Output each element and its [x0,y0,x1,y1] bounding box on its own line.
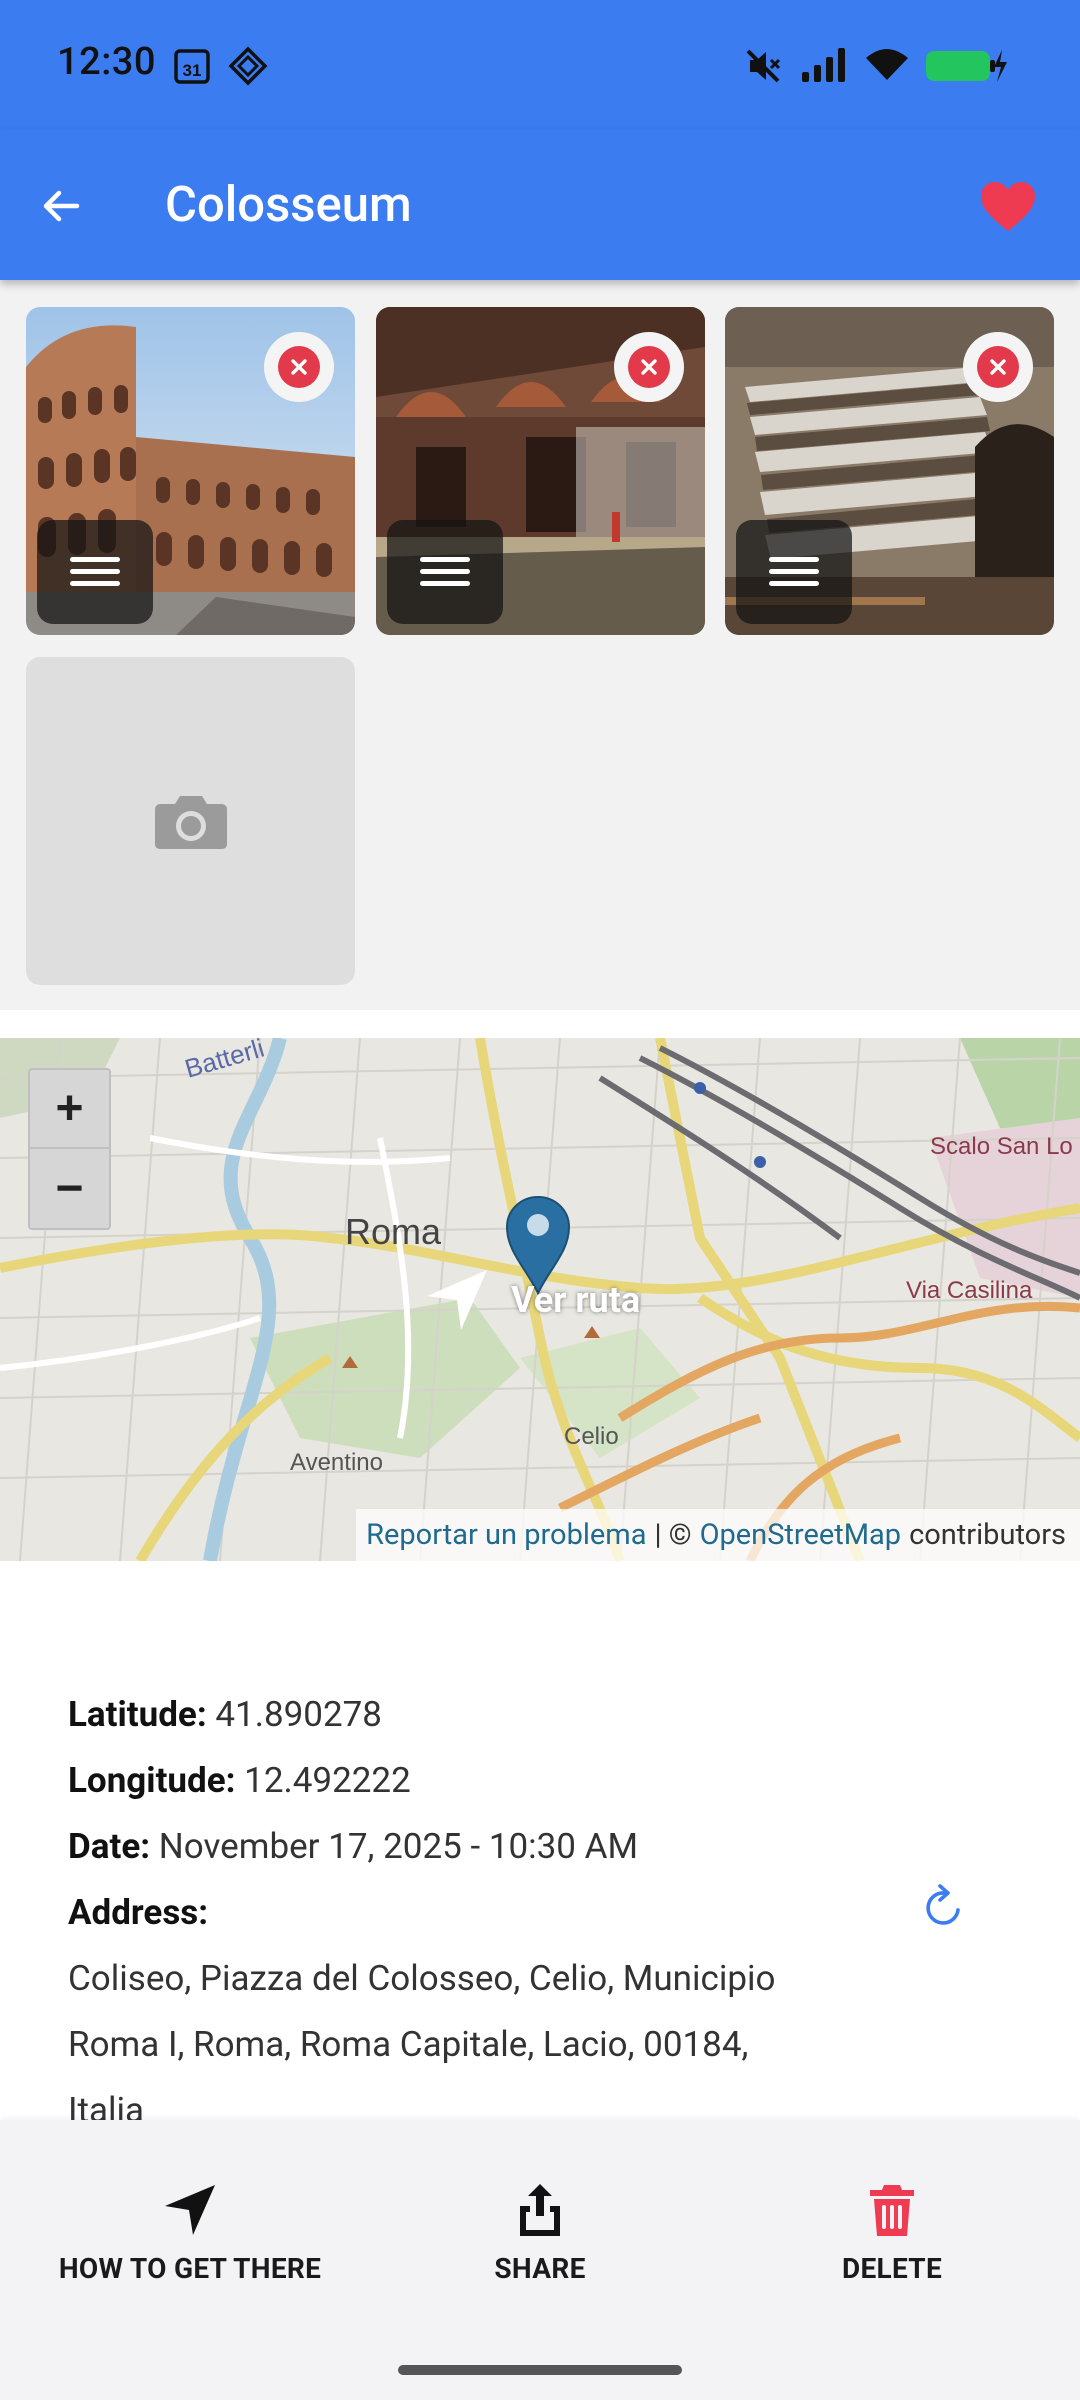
menu-icon [420,557,470,586]
calendar-day: 31 [183,61,202,80]
calendar-icon: 31 [172,46,212,90]
map-label-scalo: Scalo San Lo [930,1133,1073,1160]
date-row: Date: November 17, 2025 - 10:30 AM [68,1814,968,1880]
address-row: Address: [68,1880,968,1946]
reorder-handle[interactable] [387,520,503,624]
app-bar: Colosseum [0,130,1080,280]
menu-icon [769,557,819,586]
heart-icon [981,182,1035,231]
zoom-in-button[interactable]: + [30,1070,109,1149]
address-label: Address: [68,1892,209,1933]
photo-grid [0,280,1080,1010]
trash-icon [870,2185,914,2236]
remove-photo-button[interactable] [264,332,334,402]
status-time: 12:30 [57,40,156,84]
map-label-celio: Celio [564,1423,619,1450]
remove-photo-button[interactable] [614,332,684,402]
mute-icon [744,48,782,88]
latitude-label: Latitude: [68,1694,207,1735]
photo-thumbnail[interactable] [26,307,355,635]
openstreetmap-link[interactable]: OpenStreetMap [700,1518,902,1552]
share-label: SHARE [494,2252,586,2285]
dnd-diamond-icon [228,46,268,90]
status-bar: 12:30 31 [0,0,1080,130]
page-title: Colosseum [165,176,412,233]
remove-photo-button[interactable] [963,332,1033,402]
signal-icon [800,46,850,88]
longitude-label: Longitude: [68,1760,236,1801]
refresh-address-button[interactable] [912,1876,976,1940]
zoom-out-button[interactable]: − [30,1149,109,1228]
share-button[interactable]: SHARE [400,2182,680,2285]
date-label: Date: [68,1826,151,1867]
attribution-separator: | © [654,1518,692,1552]
map-label-via-casilina: Via Casilina [906,1277,1033,1304]
address-value: Coliseo, Piazza del Colosseo, Celio, Mun… [68,1958,776,2131]
reorder-handle[interactable] [37,520,153,624]
map-label-aventino: Aventino [290,1449,383,1476]
delete-button[interactable]: DELETE [752,2182,1032,2285]
back-button[interactable] [30,175,92,237]
directions-button[interactable]: HOW TO GET THERE [50,2182,330,2285]
location-map[interactable]: Batterli Roma Celio Aventino Scalo San L… [0,1038,1080,1561]
share-icon [520,2184,560,2236]
map-attribution: Reportar un problema | © OpenStreetMap c… [356,1509,1080,1561]
zoom-controls: + − [28,1068,111,1230]
longitude-row: Longitude: 12.492222 [68,1748,968,1814]
route-label: Ver ruta [511,1279,641,1321]
close-icon [977,346,1019,388]
directions-label: HOW TO GET THERE [58,2252,322,2285]
wifi-icon [864,46,910,86]
reorder-handle[interactable] [736,520,852,624]
longitude-value: 12.492222 [244,1760,411,1801]
navigation-arrow-icon [427,1270,487,1330]
close-icon [628,346,670,388]
latitude-value: 41.890278 [215,1694,382,1735]
add-photo-button[interactable] [26,657,355,985]
report-problem-link[interactable]: Reportar un problema [366,1518,646,1552]
home-indicator[interactable] [398,2365,682,2375]
photo-thumbnail[interactable] [376,307,705,635]
attribution-contributors: contributors [909,1518,1066,1552]
favorite-button[interactable] [976,177,1040,237]
photo-thumbnail[interactable] [725,307,1054,635]
delete-label: DELETE [841,2252,943,2285]
camera-icon [154,796,227,849]
close-icon [278,346,320,388]
location-details: Latitude: 41.890278 Longitude: 12.492222… [68,1682,968,2144]
map-label-roma: Roma [345,1211,442,1252]
menu-icon [70,557,120,586]
bottom-action-bar: HOW TO GET THERE SHARE DELETE [0,2120,1080,2400]
navigation-arrow-icon [165,2185,215,2235]
date-value: November 17, 2025 - 10:30 AM [158,1826,639,1867]
battery-icon [924,48,1008,88]
route-button[interactable]: Ver ruta [425,1268,640,1332]
arrow-left-icon [43,190,80,222]
latitude-row: Latitude: 41.890278 [68,1682,968,1748]
refresh-icon [926,1884,960,1925]
